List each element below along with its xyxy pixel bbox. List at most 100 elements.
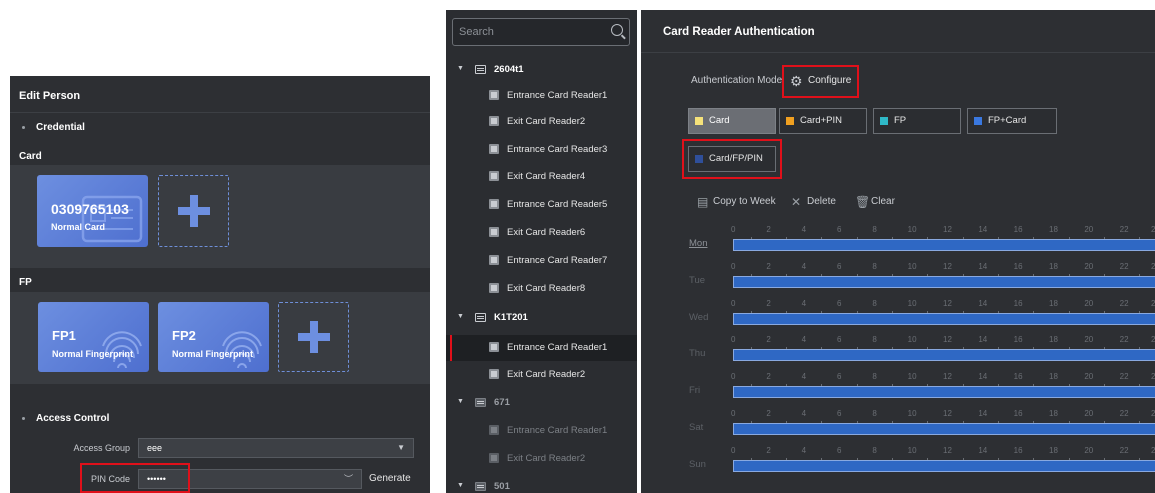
access-group-select[interactable]: eee ▼ (138, 438, 414, 458)
tree-item-label: Exit Card Reader2 (507, 369, 586, 380)
tree-group-k1t201[interactable]: ▼ K1T201 (446, 306, 637, 330)
day-label: Sat (689, 422, 704, 433)
day-label: Tue (689, 274, 706, 286)
tree-item[interactable]: Entrance Card Reader1 (446, 83, 637, 109)
hour-tick-label: 2 (766, 298, 771, 308)
search-input[interactable]: Search (452, 18, 630, 46)
card-tile[interactable]: 0309765103 Normal Card (37, 175, 148, 247)
eye-icon[interactable]: ︶ (344, 470, 353, 488)
trash-icon: 🗑 (855, 195, 871, 209)
device-icon (475, 398, 486, 407)
schedule-row-thu[interactable]: Thu024681012141618202224 (679, 335, 1155, 371)
caret-down-icon[interactable]: ▼ (457, 482, 464, 489)
tree-item[interactable]: Entrance Card Reader1 (446, 418, 637, 444)
add-fingerprint-button[interactable] (278, 302, 349, 372)
tree-item-selected[interactable]: Entrance Card Reader1 (446, 335, 637, 361)
tree-item[interactable]: Exit Card Reader6 (446, 220, 637, 246)
access-control-section-label: Access Control (36, 413, 110, 424)
hour-tick-label: 18 (1049, 225, 1058, 234)
hour-tick-label: 22 (1119, 261, 1129, 271)
fingerprint-tile-2[interactable]: FP2 Normal Fingerprint (158, 302, 269, 372)
schedule-bar[interactable] (733, 349, 1155, 362)
hour-tick-label: 10 (907, 298, 917, 308)
schedule-row-wed[interactable]: Wed024681012141618202224 (679, 299, 1155, 335)
credential-section-header[interactable]: Credential (22, 122, 85, 133)
schedule-bar[interactable] (733, 459, 1155, 472)
tree-item[interactable]: Exit Card Reader2 (446, 109, 637, 135)
card-reader-icon (489, 199, 499, 209)
hour-tick-label: 0 (731, 445, 736, 455)
mode-button-fp-card[interactable]: FP+Card (967, 108, 1057, 134)
tree-item[interactable]: Exit Card Reader8 (446, 276, 637, 302)
color-swatch (786, 117, 794, 125)
screenshot-root: Edit Person Credential Card 0309765103 N… (0, 0, 1155, 493)
hour-tick-label: 2 (766, 261, 771, 271)
fingerprint-type: Normal Fingerprint (52, 349, 134, 359)
caret-down-icon[interactable]: ▼ (457, 398, 464, 405)
tree-group-671[interactable]: ▼ 671 (446, 391, 637, 415)
schedule-row-sun[interactable]: Sun024681012141618202224 (679, 446, 1155, 482)
tree-item[interactable]: Entrance Card Reader5 (446, 192, 637, 218)
schedule-row-mon[interactable]: Mon024681012141618202224 (679, 225, 1155, 261)
hour-tick-label: 6 (837, 298, 842, 308)
schedule-row-tue[interactable]: Tue024681012141618202224 (679, 262, 1155, 298)
hour-tick-label: 2 (766, 372, 771, 382)
hour-tick-label: 16 (1013, 335, 1023, 345)
hour-tick-label: 8 (872, 335, 877, 345)
mode-button-fp[interactable]: FP (873, 108, 961, 134)
schedule-bar[interactable] (733, 386, 1155, 399)
tree-item[interactable]: Entrance Card Reader7 (446, 248, 637, 274)
add-card-button[interactable] (158, 175, 229, 247)
hour-tick-label: 18 (1049, 261, 1058, 271)
hour-tick-label: 20 (1084, 335, 1094, 345)
caret-down-icon[interactable]: ▼ (457, 313, 464, 320)
generate-button[interactable]: Generate (369, 473, 411, 484)
tree-item[interactable]: Exit Card Reader4 (446, 164, 637, 190)
fingerprint-tile-1[interactable]: FP1 Normal Fingerprint (38, 302, 149, 372)
tree-item[interactable]: Exit Card Reader2 (446, 362, 637, 388)
hour-tick-label: 12 (943, 298, 952, 308)
mode-label: Card+PIN (800, 115, 842, 126)
fingerprint-icon (102, 331, 142, 369)
hour-tick-label: 10 (907, 409, 917, 418)
hour-tick-label: 14 (978, 225, 988, 234)
hour-tick-label: 20 (1084, 445, 1094, 455)
hour-tick-label: 14 (978, 445, 988, 455)
access-control-section-header[interactable]: Access Control (22, 413, 109, 424)
hour-tick-label: 4 (801, 372, 807, 382)
mode-label: FP+Card (988, 115, 1027, 126)
plus-icon-vertical (189, 195, 198, 227)
schedule-row-sat[interactable]: Sat024681012141618202224 (679, 409, 1155, 445)
copy-to-week-button[interactable]: ▤ Copy to Week (697, 194, 776, 210)
tree-item-label: Exit Card Reader2 (507, 116, 586, 127)
hour-tick-label: 4 (801, 445, 807, 455)
hour-tick-label: 10 (907, 445, 917, 455)
search-icon[interactable] (611, 24, 623, 36)
caret-down-icon[interactable]: ▼ (457, 65, 464, 72)
tree-item[interactable]: Exit Card Reader2 (446, 446, 637, 472)
delete-button[interactable]: ✕ Delete (791, 194, 836, 210)
day-label: Thu (689, 348, 706, 360)
schedule-bar[interactable] (733, 312, 1155, 325)
clear-button[interactable]: 🗑 Clear (855, 194, 895, 210)
card-label: Card (19, 151, 42, 162)
card-type: Normal Card (51, 222, 106, 232)
search-placeholder: Search (459, 26, 494, 38)
schedule-bar[interactable] (733, 239, 1155, 251)
tree-group-501[interactable]: ▼ 501 (446, 475, 637, 493)
schedule-bar[interactable] (733, 275, 1155, 288)
schedule-row-fri[interactable]: Fri024681012141618202224 (679, 372, 1155, 408)
mode-button-card[interactable]: Card (688, 108, 776, 134)
tree-item[interactable]: Entrance Card Reader3 (446, 137, 637, 163)
fingerprint-name: FP1 (52, 328, 76, 343)
schedule-bar[interactable] (733, 423, 1155, 435)
hour-tick-label: 24 (1151, 409, 1155, 418)
tree-group-2604t1[interactable]: ▼ 2604t1 (446, 58, 637, 82)
tree-item-label: Exit Card Reader6 (507, 227, 586, 238)
hour-tick-label: 22 (1119, 225, 1129, 234)
clear-label: Clear (871, 196, 895, 207)
hour-tick-label: 18 (1049, 335, 1058, 345)
hour-tick-label: 6 (837, 409, 842, 418)
hour-tick-label: 18 (1049, 298, 1058, 308)
mode-button-card-pin[interactable]: Card+PIN (779, 108, 867, 134)
